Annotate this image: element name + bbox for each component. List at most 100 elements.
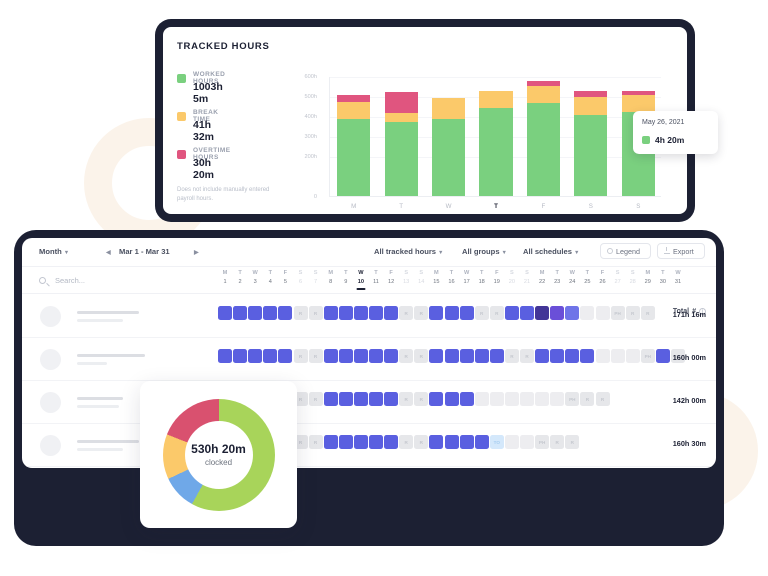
timesheet-cell[interactable] — [263, 349, 278, 363]
timesheet-cell[interactable] — [520, 392, 534, 406]
timesheet-cell-r[interactable]: R — [550, 435, 565, 449]
day-number-header[interactable]: 27 — [614, 279, 620, 285]
table-row[interactable]: R R R R R R PH R R 171h 16m — [22, 295, 716, 338]
filter-groups[interactable]: All groups ▼ — [462, 247, 507, 256]
day-number-header[interactable]: 21 — [524, 279, 530, 285]
timesheet-cell[interactable] — [384, 349, 399, 363]
timesheet-cell[interactable] — [444, 349, 459, 363]
timesheet-cell[interactable] — [565, 306, 580, 320]
timesheet-cell[interactable] — [278, 349, 293, 363]
timesheet-cell[interactable] — [504, 392, 519, 406]
day-number-header[interactable]: 10 — [358, 279, 364, 285]
timesheet-cell-r[interactable]: R — [595, 392, 610, 406]
timesheet-cell-ph[interactable]: PH — [640, 349, 655, 363]
timesheet-cell[interactable] — [218, 349, 232, 363]
timesheet-cell[interactable] — [565, 349, 580, 363]
timesheet-cell[interactable] — [369, 306, 383, 320]
timesheet-cell[interactable] — [323, 392, 338, 406]
timesheet-cell[interactable] — [233, 349, 248, 363]
day-number-header[interactable]: 29 — [645, 279, 651, 285]
timesheet-cell[interactable] — [580, 306, 595, 320]
timesheet-cell[interactable] — [429, 349, 444, 363]
timesheet-cell-r[interactable]: R — [308, 349, 323, 363]
timesheet-cell[interactable] — [323, 349, 338, 363]
search-input[interactable]: Search... — [55, 276, 85, 285]
timesheet-cell[interactable] — [625, 349, 640, 363]
timesheet-cell-r[interactable]: R — [580, 392, 595, 406]
timesheet-cell[interactable] — [580, 349, 595, 363]
table-row[interactable]: R R R R R R PH R 160h 00m — [22, 338, 716, 381]
timesheet-cell-r[interactable]: R — [399, 392, 414, 406]
timesheet-cell[interactable] — [338, 392, 353, 406]
export-button[interactable]: Export — [657, 243, 705, 259]
timesheet-cell[interactable] — [384, 435, 399, 449]
table-row[interactable]: R R R R TO PH R R 160h 30m — [22, 424, 716, 467]
timesheet-cell[interactable] — [474, 349, 489, 363]
timesheet-cell-ph[interactable]: PH — [610, 306, 625, 320]
timesheet-cell[interactable] — [263, 306, 278, 320]
range-prev-button[interactable]: ◀ — [106, 247, 111, 256]
timesheet-cell-r[interactable]: R — [504, 349, 519, 363]
day-number-header[interactable]: 3 — [254, 279, 257, 285]
day-number-header[interactable]: 20 — [509, 279, 515, 285]
timesheet-cell[interactable] — [353, 435, 368, 449]
timesheet-cell[interactable] — [429, 306, 444, 320]
day-number-header[interactable]: 13 — [403, 279, 409, 285]
bar-chart-bar[interactable] — [479, 91, 513, 196]
timesheet-cell-r[interactable]: R — [414, 349, 429, 363]
timesheet-cell[interactable] — [218, 306, 232, 320]
timesheet-cell-r[interactable]: R — [640, 306, 655, 320]
day-number-header[interactable]: 8 — [329, 279, 332, 285]
day-number-header[interactable]: 19 — [494, 279, 500, 285]
timesheet-cell-ph[interactable]: PH — [535, 435, 550, 449]
timesheet-cell-r[interactable]: R — [308, 392, 323, 406]
timesheet-cell[interactable] — [369, 392, 383, 406]
timesheet-cell-r[interactable]: R — [414, 435, 429, 449]
day-number-header[interactable]: 24 — [569, 279, 575, 285]
filter-schedules[interactable]: All schedules ▼ — [523, 247, 579, 256]
timesheet-cell[interactable] — [338, 435, 353, 449]
timesheet-cell[interactable] — [233, 306, 248, 320]
timesheet-cell-r[interactable]: R — [565, 435, 580, 449]
timesheet-cell-r[interactable]: R — [308, 306, 323, 320]
timesheet-cell[interactable] — [444, 306, 459, 320]
timesheet-cell[interactable] — [323, 435, 338, 449]
timesheet-cell-r[interactable]: R — [414, 392, 429, 406]
timesheet-cell-r[interactable]: R — [474, 306, 489, 320]
date-range-label[interactable]: Mar 1 - Mar 31 — [119, 247, 170, 256]
timesheet-cell[interactable] — [384, 392, 399, 406]
timesheet-cell-r[interactable]: R — [293, 349, 308, 363]
timesheet-cell[interactable] — [520, 435, 534, 449]
day-number-header[interactable]: 11 — [373, 279, 379, 285]
timesheet-cell[interactable] — [338, 306, 353, 320]
timesheet-cell[interactable] — [474, 392, 489, 406]
timesheet-cell[interactable] — [520, 306, 534, 320]
timesheet-cell[interactable] — [384, 306, 399, 320]
timesheet-cell[interactable] — [353, 392, 368, 406]
timesheet-cell-to[interactable]: TO — [489, 435, 504, 449]
day-number-header[interactable]: 18 — [479, 279, 485, 285]
bar-chart-bar[interactable] — [574, 91, 608, 196]
period-selector[interactable]: Month ▼ — [39, 247, 69, 256]
timesheet-cell-r[interactable]: R — [399, 306, 414, 320]
timesheet-cell-r[interactable]: R — [399, 435, 414, 449]
filter-tracked-hours[interactable]: All tracked hours ▼ — [374, 247, 444, 256]
timesheet-cell[interactable] — [248, 349, 263, 363]
timesheet-cell[interactable] — [444, 392, 459, 406]
day-number-header[interactable]: 6 — [299, 279, 302, 285]
timesheet-cell[interactable] — [595, 349, 610, 363]
day-number-header[interactable]: 31 — [675, 279, 681, 285]
timesheet-cell[interactable] — [429, 435, 444, 449]
day-number-header[interactable]: 14 — [418, 279, 424, 285]
timesheet-cell[interactable] — [459, 306, 474, 320]
bar-chart-bar[interactable] — [337, 95, 371, 196]
timesheet-cell[interactable] — [504, 306, 519, 320]
timesheet-cell-r[interactable]: R — [293, 306, 308, 320]
timesheet-cell-r[interactable]: R — [414, 306, 429, 320]
day-number-header[interactable]: 4 — [269, 279, 272, 285]
timesheet-cell[interactable] — [429, 392, 444, 406]
timesheet-cell[interactable] — [338, 349, 353, 363]
day-number-header[interactable]: 9 — [344, 279, 347, 285]
timesheet-cell[interactable] — [353, 349, 368, 363]
timesheet-cell-r[interactable]: R — [489, 306, 504, 320]
